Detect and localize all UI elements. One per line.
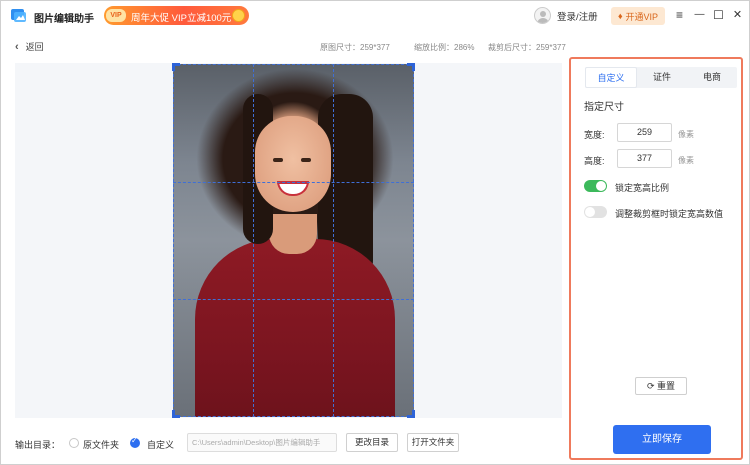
app-title: 图片编辑助手 <box>34 14 94 25</box>
width-unit: 像素 <box>678 130 694 139</box>
refresh-icon: ⟳ <box>646 381 655 391</box>
crop-handle-bottom-left[interactable] <box>172 410 180 418</box>
diamond-icon: ♦ <box>617 11 623 21</box>
app-logo-icon <box>11 9 26 22</box>
output-path-input[interactable]: C:\Users\admin\Desktop\图片编辑助手 <box>187 433 337 452</box>
coin-icon <box>232 9 245 22</box>
menu-icon[interactable]: ≡ <box>673 8 686 22</box>
tab-id-photo[interactable]: 证件 <box>637 67 687 88</box>
crop-guide-horizontal-1 <box>173 182 414 183</box>
reset-button[interactable]: ⟳ 重置 <box>635 377 687 395</box>
open-vip-label: 开通VIP <box>625 11 659 22</box>
login-label: 登录/注册 <box>557 11 598 23</box>
crop-handle-top-right[interactable] <box>407 63 415 71</box>
back-label: 返回 <box>25 42 44 52</box>
output-dir-label: 输出目录： <box>15 440 61 450</box>
width-input[interactable]: 259 <box>617 123 672 142</box>
promo-banner[interactable]: VIP 周年大促 VIP立减100元 <box>104 6 249 25</box>
width-label: 宽度: <box>584 130 605 140</box>
open-folder-button[interactable]: 打开文件夹 <box>407 433 459 452</box>
close-icon[interactable]: ✕ <box>731 8 744 22</box>
option-original-label[interactable]: 原文件夹 <box>83 438 119 451</box>
promo-vip-badge: VIP <box>106 9 126 22</box>
radio-custom-folder[interactable] <box>130 436 140 448</box>
crop-guide-horizontal-2 <box>173 299 414 300</box>
avatar-icon <box>534 7 551 24</box>
title-bar: 图片编辑助手 VIP 周年大促 VIP立减100元 登录/注册 ♦ 开通VIP … <box>1 1 749 31</box>
app-window: 图片编辑助手 VIP 周年大促 VIP立减100元 登录/注册 ♦ 开通VIP … <box>0 0 750 465</box>
lock-dims-label: 调整裁剪框时锁定宽高数值 <box>615 209 724 219</box>
promo-text: 周年大促 VIP立减100元 <box>131 13 232 24</box>
back-button[interactable]: ‹ 返回 <box>15 40 44 53</box>
change-dir-button[interactable]: 更改目录 <box>346 433 398 452</box>
crop-handle-top-left[interactable] <box>172 63 180 71</box>
crop-guide-vertical-1 <box>253 64 254 417</box>
lock-ratio-label: 锁定宽高比例 <box>615 183 670 193</box>
radio-original-folder[interactable] <box>69 438 79 448</box>
crop-frame[interactable] <box>173 64 414 417</box>
option-custom-label[interactable]: 自定义 <box>147 438 174 451</box>
zoom-ratio-text: 缩放比例：286% <box>414 43 475 52</box>
login-link[interactable]: 登录/注册 <box>534 7 598 24</box>
reset-label: 重置 <box>657 381 676 391</box>
crop-guide-vertical-2 <box>333 64 334 417</box>
toggle-knob <box>596 181 606 191</box>
toggle-knob <box>585 207 595 217</box>
height-unit: 像素 <box>678 156 694 165</box>
open-vip-button[interactable]: ♦ 开通VIP <box>611 7 665 25</box>
minimize-icon[interactable]: — <box>693 8 706 22</box>
save-now-button[interactable]: 立即保存 <box>613 425 711 454</box>
tab-ecommerce[interactable]: 电商 <box>687 67 737 88</box>
maximize-icon[interactable]: ☐ <box>712 8 725 22</box>
size-tabs: 自定义 证件 电商 <box>585 67 737 88</box>
chevron-left-icon: ‹ <box>15 40 19 53</box>
original-size-text: 原图尺寸：259*377 <box>320 43 390 52</box>
settings-panel: 自定义 证件 电商 指定尺寸 宽度: 259 像素 高度: 377 像素 锁定宽… <box>569 57 743 460</box>
height-input[interactable]: 377 <box>617 149 672 168</box>
cropped-size-text: 裁剪后尺寸：259*377 <box>488 43 566 52</box>
tab-custom[interactable]: 自定义 <box>585 67 637 88</box>
height-label: 高度: <box>584 156 605 166</box>
lock-ratio-toggle[interactable] <box>584 180 607 192</box>
section-title: 指定尺寸 <box>584 102 624 113</box>
crop-handle-bottom-right[interactable] <box>407 410 415 418</box>
lock-dims-toggle[interactable] <box>584 206 607 218</box>
